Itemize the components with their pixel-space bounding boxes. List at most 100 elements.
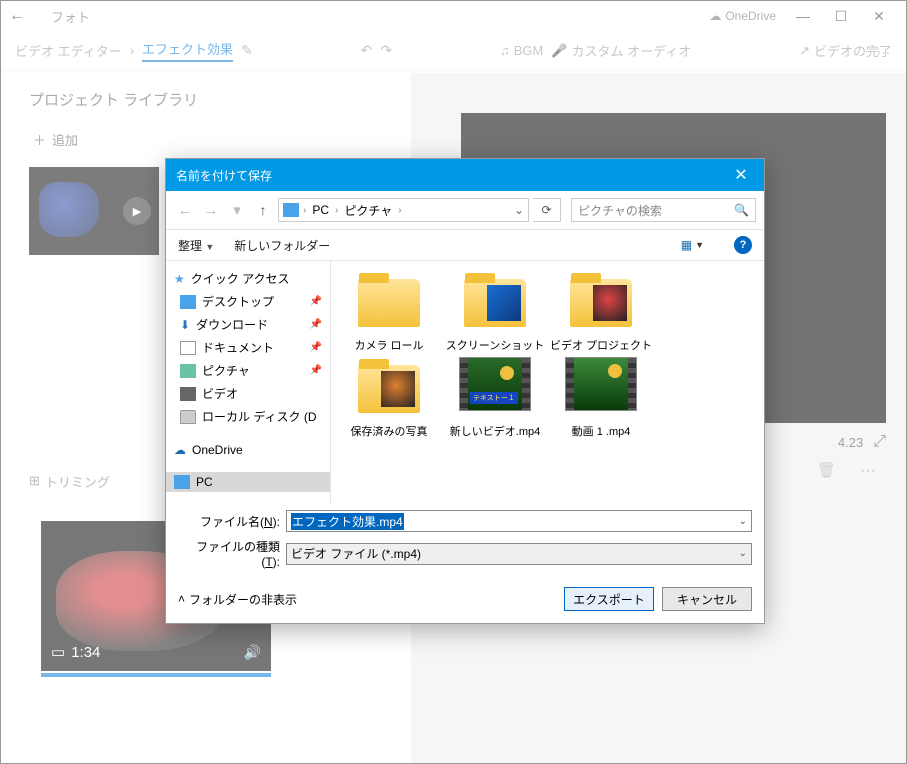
- tree-desktop[interactable]: デスクトップ📌: [166, 290, 330, 313]
- filetype-select[interactable]: ビデオ ファイル (*.mp4)⌄: [286, 543, 752, 565]
- new-folder-button[interactable]: 新しいフォルダー: [234, 237, 330, 254]
- tree-downloads[interactable]: ⬇ダウンロード📌: [166, 313, 330, 336]
- back-button[interactable]: ←: [9, 7, 39, 25]
- plus-icon: ＋: [33, 130, 46, 149]
- music-icon: ♫: [500, 43, 510, 58]
- tree-pictures[interactable]: ピクチャ📌: [166, 359, 330, 382]
- trim-button[interactable]: ⊞トリミング: [29, 472, 110, 491]
- folder-preview: [487, 285, 521, 321]
- delete-icon[interactable]: 🗑: [817, 461, 836, 479]
- folder-preview: [593, 285, 627, 321]
- search-box[interactable]: ピクチャの検索 🔍: [571, 198, 756, 222]
- view-button[interactable]: ▦ ▼: [681, 238, 704, 252]
- thumbnail-image: [39, 182, 99, 237]
- help-icon[interactable]: ?: [734, 236, 752, 254]
- breadcrumb-pc[interactable]: PC: [310, 203, 331, 217]
- desktop-icon: [180, 295, 196, 309]
- export-button[interactable]: エクスポート: [564, 587, 654, 611]
- app-toolbar: ビデオ エディター › エフェクト効果 ✎ ↶ ↷ ♫BGM 🎤カスタム オーデ…: [1, 31, 906, 71]
- star-icon: ★: [174, 272, 185, 286]
- pc-icon: [174, 475, 190, 489]
- volume-icon[interactable]: 🔊: [244, 644, 261, 661]
- library-thumbnail[interactable]: ▶: [29, 167, 159, 255]
- save-dialog: 名前を付けて保存 ✕ ← → ▾ ↑ › PC › ピクチャ › ⌄ ⟳ ピクチ…: [165, 158, 765, 624]
- dialog-titlebar: 名前を付けて保存 ✕: [166, 159, 764, 191]
- folder-screenshots[interactable]: スクリーンショット: [443, 271, 547, 353]
- organize-button[interactable]: 整理 ▼: [178, 237, 214, 254]
- folder-icon: [358, 279, 420, 327]
- tab-effects[interactable]: エフェクト効果: [142, 39, 233, 62]
- address-bar[interactable]: › PC › ピクチャ › ⌄: [278, 198, 529, 222]
- nav-forward-icon[interactable]: →: [200, 202, 222, 219]
- cancel-button[interactable]: キャンセル: [662, 587, 752, 611]
- tree-local-disk[interactable]: ローカル ディスク (D: [166, 405, 330, 428]
- window-title: フォト: [39, 7, 709, 26]
- filename-input[interactable]: エフェクト効果.mp4⌄: [286, 510, 752, 532]
- nav-tree: ★クイック アクセス デスクトップ📌 ⬇ダウンロード📌 ドキュメント📌 ピクチャ…: [166, 261, 331, 504]
- dialog-inputs: ファイル名(N): エフェクト効果.mp4⌄ ファイルの種類(T): ビデオ フ…: [166, 504, 764, 579]
- add-button[interactable]: ＋追加: [33, 130, 383, 149]
- chevron-down-icon[interactable]: ⌄: [739, 516, 747, 527]
- bgm-button[interactable]: ♫BGM: [500, 43, 543, 58]
- dialog-footer: ˄フォルダーの非表示 エクスポート キャンセル: [166, 579, 764, 623]
- videos-icon: [180, 387, 196, 401]
- tree-pc[interactable]: PC: [166, 472, 330, 492]
- tab-video-editor[interactable]: ビデオ エディター: [15, 41, 122, 60]
- redo-icon[interactable]: ↷: [380, 42, 392, 59]
- pin-icon: 📌: [310, 296, 322, 307]
- search-placeholder: ピクチャの検索: [578, 202, 662, 219]
- mic-icon: 🎤: [551, 43, 567, 59]
- refresh-button[interactable]: ⟳: [533, 198, 561, 222]
- duration-icon: ▭: [51, 643, 65, 661]
- pin-icon: 📌: [310, 319, 322, 330]
- tree-quick-access[interactable]: ★クイック アクセス: [166, 267, 330, 290]
- play-icon[interactable]: ▶: [123, 197, 151, 225]
- file-video-1[interactable]: 動画 1 .mp4: [549, 357, 653, 439]
- filetype-label: ファイルの種類(T):: [178, 538, 280, 569]
- pc-icon: [283, 203, 299, 217]
- file-new-video[interactable]: テキストー１ 新しいビデオ.mp4: [443, 357, 547, 439]
- close-button[interactable]: ✕: [860, 2, 898, 30]
- video-file-icon: テキストー１: [459, 357, 531, 411]
- folder-preview: [381, 371, 415, 407]
- download-icon: ⬇: [180, 318, 190, 332]
- breadcrumb-pictures[interactable]: ピクチャ: [342, 202, 394, 219]
- address-dropdown-icon[interactable]: ⌄: [514, 203, 524, 217]
- cloud-icon: ☁: [709, 9, 721, 23]
- dialog-nav: ← → ▾ ↑ › PC › ピクチャ › ⌄ ⟳ ピクチャの検索 🔍: [166, 191, 764, 229]
- library-title: プロジェクト ライブラリ: [29, 89, 383, 110]
- more-icon[interactable]: ⋯: [877, 45, 890, 61]
- tree-videos[interactable]: ビデオ: [166, 382, 330, 405]
- maximize-button[interactable]: ☐: [822, 2, 860, 30]
- dialog-close-button[interactable]: ✕: [728, 165, 754, 185]
- dialog-title: 名前を付けて保存: [176, 167, 272, 184]
- minimize-button[interactable]: —: [784, 2, 822, 30]
- titlebar: ← フォト ☁ OneDrive — ☐ ✕: [1, 1, 906, 31]
- file-list: カメラ ロール スクリーンショット ビデオ プロジェクト 保存済みの写真 テキス…: [331, 261, 764, 504]
- onedrive-status[interactable]: ☁ OneDrive: [709, 9, 776, 23]
- hide-folders-button[interactable]: ˄フォルダーの非表示: [178, 591, 297, 608]
- pin-icon: 📌: [310, 365, 322, 376]
- video-file-icon: [565, 357, 637, 411]
- folder-saved-pictures[interactable]: 保存済みの写真: [337, 357, 441, 439]
- pin-icon: 📌: [310, 342, 322, 353]
- tree-onedrive[interactable]: ☁OneDrive: [166, 440, 330, 460]
- nav-recent-icon[interactable]: ▾: [226, 201, 248, 219]
- timeline-more-icon[interactable]: ⋯: [860, 461, 876, 481]
- filename-label: ファイル名(N):: [178, 513, 280, 530]
- share-icon: ↗: [799, 43, 810, 59]
- search-icon[interactable]: 🔍: [734, 203, 749, 217]
- expand-icon[interactable]: ⤢: [873, 433, 886, 451]
- undo-icon[interactable]: ↶: [361, 42, 373, 59]
- custom-audio-button[interactable]: 🎤カスタム オーディオ: [551, 41, 691, 60]
- nav-up-icon[interactable]: ↑: [252, 202, 274, 218]
- pictures-icon: [180, 364, 196, 378]
- folder-video-project[interactable]: ビデオ プロジェクト: [549, 271, 653, 353]
- disk-icon: [180, 410, 196, 424]
- edit-icon[interactable]: ✎: [241, 42, 253, 59]
- tree-documents[interactable]: ドキュメント📌: [166, 336, 330, 359]
- preview-time: 4.23: [838, 435, 863, 450]
- document-icon: [180, 341, 196, 355]
- nav-back-icon[interactable]: ←: [174, 202, 196, 219]
- folder-camera-roll[interactable]: カメラ ロール: [337, 271, 441, 353]
